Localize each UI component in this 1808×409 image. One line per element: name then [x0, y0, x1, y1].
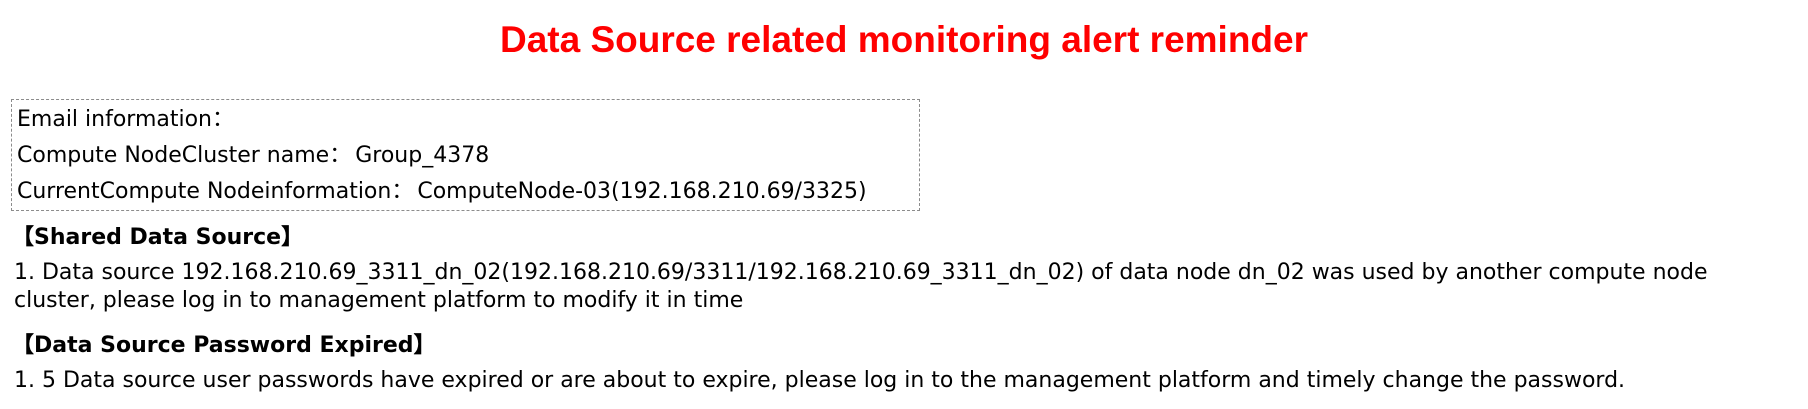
section-heading-password-expired: 【Data Source Password Expired】 — [12, 333, 436, 358]
email-info-heading: Email information — [17, 107, 213, 132]
compute-node-separator: ： — [391, 179, 414, 204]
compute-node-value: ComputeNode-03(192.168.210.69/3325) — [417, 179, 867, 204]
section-heading-shared-data-source: 【Shared Data Source】 — [12, 225, 304, 250]
email-info-box: Email information： Compute NodeCluster n… — [11, 99, 920, 211]
cluster-name-value: Group_4378 — [355, 143, 490, 168]
email-info-heading-separator: ： — [212, 107, 235, 132]
page-title: Data Source related monitoring alert rem… — [499, 19, 1309, 60]
compute-node-line: CurrentCompute Nodeinformation： ComputeNo… — [17, 174, 919, 210]
cluster-name-label: Compute NodeCluster name — [17, 143, 330, 168]
shared-data-source-item: 1. Data source 192.168.210.69_3311_dn_02… — [14, 260, 1708, 313]
cluster-name-line: Compute NodeCluster name： Group_4378 — [17, 138, 919, 174]
compute-node-label: CurrentCompute Nodeinformation — [17, 179, 392, 204]
cluster-name-separator: ： — [329, 143, 352, 168]
email-info-heading-line: Email information： — [17, 102, 919, 138]
password-expired-item: 1. 5 Data source user passwords have exp… — [14, 368, 1626, 393]
